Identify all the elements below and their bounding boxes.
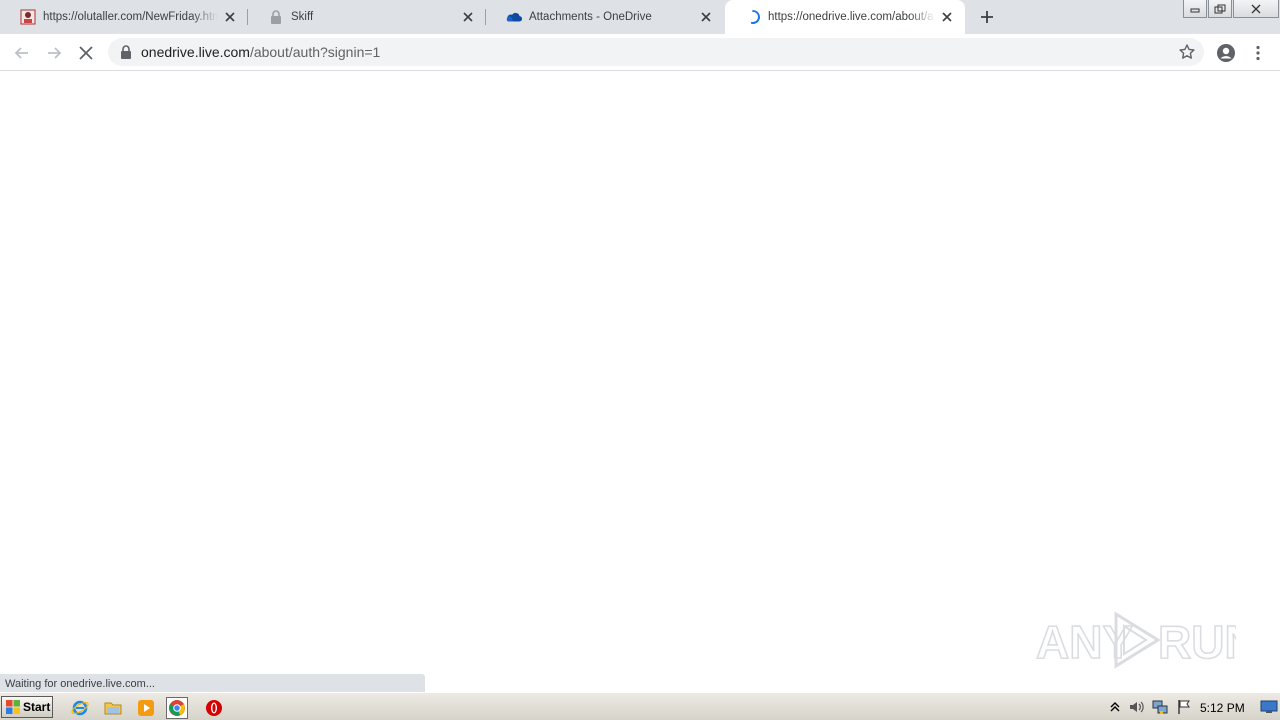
chevron-up-icon (1110, 702, 1120, 712)
site-favicon-icon (20, 9, 36, 25)
close-window-button[interactable] (1233, 0, 1279, 18)
url-text[interactable]: onedrive.live.com/about/auth?signin=1 (141, 44, 380, 60)
tab-close-icon[interactable] (222, 9, 238, 25)
action-center-tray-icon[interactable] (1175, 698, 1193, 716)
address-bar[interactable]: onedrive.live.com/about/auth?signin=1 (108, 38, 1204, 66)
folder-icon (104, 702, 122, 715)
tab-title: Skiff (291, 11, 314, 23)
tab-attachments-onedrive[interactable]: Attachments - OneDrive (486, 0, 724, 34)
watermark-left-text: ANY (1036, 616, 1133, 668)
close-icon (79, 46, 93, 60)
tab-onedrive-auth[interactable]: https://onedrive.live.com/about/auth?sig… (725, 0, 965, 34)
taskbar-file-explorer[interactable] (102, 697, 124, 719)
page-content (0, 72, 1280, 692)
minimize-button[interactable] (1183, 0, 1207, 18)
show-hidden-icons-button[interactable] (1106, 698, 1124, 716)
new-tab-button[interactable] (975, 5, 999, 29)
tab-title: https://olutaller.com/NewFriday.html (43, 11, 218, 23)
network-tray-icon[interactable] (1151, 698, 1169, 716)
screen: https://olutaller.com/NewFriday.html Ski… (0, 0, 1280, 720)
tab-close-icon[interactable] (698, 9, 714, 25)
status-bubble: Waiting for onedrive.live.com... (0, 674, 425, 692)
taskbar-media-player[interactable] (135, 697, 157, 719)
forward-button[interactable] (41, 40, 67, 66)
tab-strip: https://olutaller.com/NewFriday.html Ski… (0, 0, 1280, 34)
bookmark-star-icon[interactable] (1178, 43, 1196, 61)
tab-close-icon[interactable] (460, 9, 476, 25)
browser-menu-button[interactable] (1245, 40, 1271, 66)
media-player-icon (138, 700, 154, 716)
restore-button[interactable] (1208, 0, 1232, 18)
lock-icon (268, 9, 284, 25)
back-arrow-icon (14, 47, 28, 59)
opera-icon (206, 700, 222, 716)
watermark-right-text: RUN (1158, 616, 1236, 668)
tab-title: https://onedrive.live.com/about/auth?sig… (768, 11, 935, 23)
windows-logo-icon (6, 700, 20, 714)
network-icon (1152, 700, 1168, 714)
taskbar-clock[interactable]: 5:12 PM (1200, 701, 1245, 715)
taskbar-opera[interactable] (203, 697, 225, 719)
system-tray (1104, 695, 1280, 719)
back-button[interactable] (9, 40, 35, 66)
minimize-icon (1190, 8, 1200, 12)
forward-arrow-icon (48, 47, 62, 59)
profile-button[interactable] (1213, 40, 1239, 66)
url-path: /about/auth?signin=1 (249, 44, 381, 60)
internet-explorer-icon (71, 700, 89, 716)
stop-loading-button[interactable] (73, 40, 99, 66)
volume-tray-icon[interactable] (1128, 698, 1146, 716)
taskbar-internet-explorer[interactable] (69, 697, 91, 719)
tab-close-icon[interactable] (939, 9, 955, 25)
flag-icon (1178, 700, 1190, 714)
tab-olutaller[interactable]: https://olutaller.com/NewFriday.html (0, 0, 248, 34)
restore-icon (1214, 4, 1226, 13)
speaker-icon (1130, 701, 1144, 713)
tab-skiff[interactable]: Skiff (248, 0, 486, 34)
loading-spinner-icon (745, 9, 761, 25)
start-button[interactable]: Start (1, 696, 53, 718)
chrome-icon (169, 700, 185, 716)
url-host: onedrive.live.com (141, 44, 250, 60)
plus-icon (981, 11, 993, 23)
account-circle-icon (1217, 44, 1235, 62)
windows-taskbar: Start 5:12 PM (0, 692, 1280, 720)
kebab-menu-icon (1256, 45, 1260, 61)
taskbar-chrome[interactable] (166, 697, 188, 719)
anyrun-watermark-logo: ANY RUN (1036, 611, 1236, 669)
desktop-icon (1260, 700, 1278, 713)
onedrive-icon (506, 9, 522, 25)
lock-icon (121, 45, 131, 59)
tab-title: Attachments - OneDrive (529, 11, 652, 23)
start-label: Start (23, 700, 51, 714)
browser-toolbar: onedrive.live.com/about/auth?signin=1 (0, 34, 1280, 71)
show-desktop-button[interactable] (1258, 698, 1280, 716)
close-icon (1251, 4, 1261, 13)
